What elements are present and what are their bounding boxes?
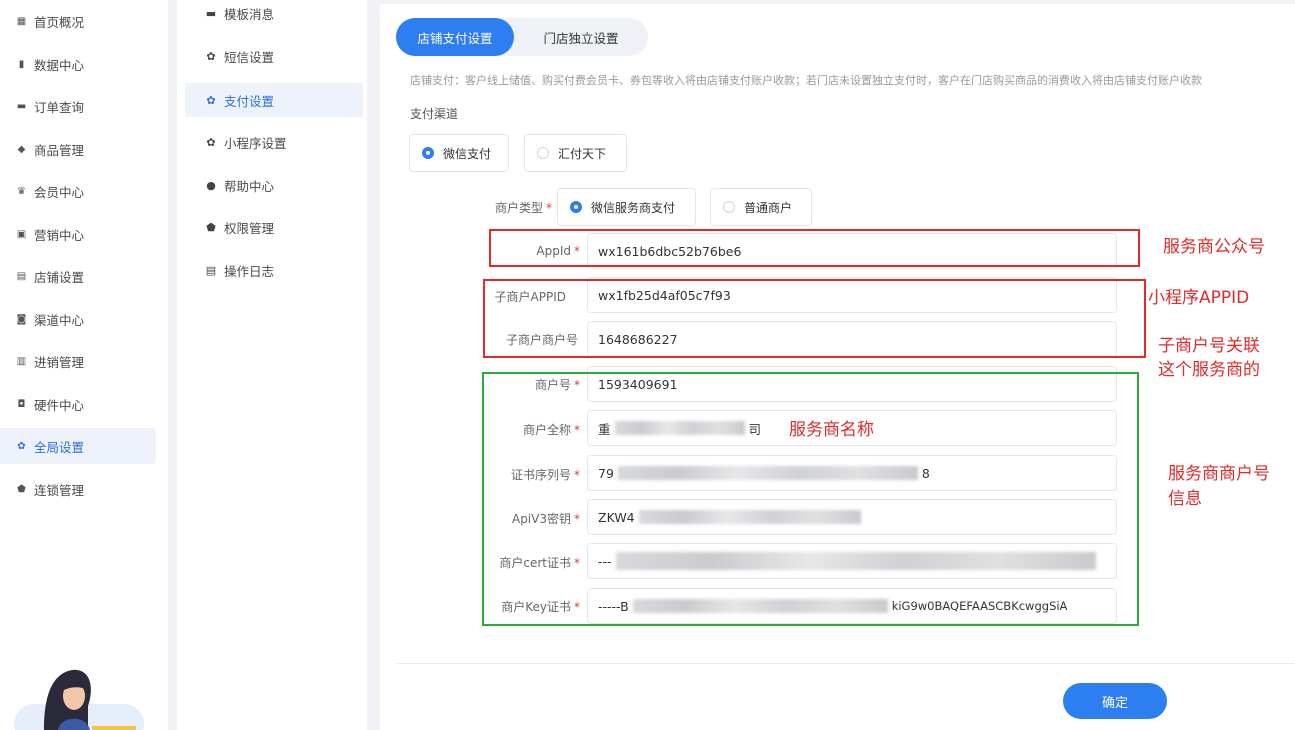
bar-chart-icon: ▮: [18, 58, 25, 70]
radio-label: 汇付天下: [558, 146, 607, 161]
radio-unchecked-icon: [537, 147, 549, 159]
annotation-provider-info-2: 信息: [1168, 489, 1202, 509]
radio-checked-icon: [422, 147, 434, 159]
annotation-box-provider-info: [482, 372, 1139, 626]
grid-icon: ▦: [16, 15, 27, 27]
gear-icon: ✿: [17, 440, 26, 452]
settings-tabs: 店铺支付设置 门店独立设置: [396, 18, 648, 56]
bag-icon: ◆: [17, 143, 26, 155]
nav-label: 订单查询: [34, 99, 85, 115]
nav-item-orders[interactable]: ▬ 订单查询: [0, 88, 156, 124]
nav-item-products[interactable]: ◆ 商品管理: [0, 131, 156, 167]
gear-icon: ✿: [206, 135, 216, 149]
subnav-label: 模板消息: [224, 6, 275, 22]
required-mark: *: [546, 201, 552, 215]
device-icon: ◘: [17, 398, 26, 410]
radio-label: 普通商户: [744, 200, 793, 215]
radio-checked-icon: [570, 201, 582, 213]
nav-item-channel[interactable]: ◙ 渠道中心: [0, 301, 156, 337]
annotation-box-appid: [489, 229, 1140, 267]
shield-icon: ⬟: [17, 483, 26, 495]
order-icon: ▬: [16, 100, 27, 112]
nav-label: 全局设置: [34, 439, 85, 455]
gear-icon: ✿: [206, 93, 216, 107]
channel-icon: ◙: [16, 313, 27, 325]
secondary-sidebar: ▬ 模板消息 ✿ 短信设置 ✿ 支付设置 ✿ 小程序设置 ● 帮助中心 ⬟ 权限管理 ▤ 操作…: [177, 0, 367, 730]
nav-label: 会员中心: [34, 184, 85, 200]
nav-item-inventory[interactable]: ▥ 进销管理: [0, 343, 156, 379]
subnav-item-payment[interactable]: ✿ 支付设置: [185, 83, 363, 117]
merchant-type-label: 商户类型 *: [362, 199, 552, 216]
nav-item-home[interactable]: ▦ 首页概况: [0, 3, 156, 39]
nav-item-hardware[interactable]: ◘ 硬件中心: [0, 386, 156, 422]
nav-label: 营销中心: [34, 227, 85, 243]
radio-wechat-pay[interactable]: 微信支付: [409, 134, 509, 172]
inventory-icon: ▥: [16, 355, 27, 367]
assistant-illustration: [14, 669, 144, 730]
annotation-provider-info-1: 服务商商户号: [1168, 464, 1270, 484]
nav-item-marketing[interactable]: ▣ 营销中心: [0, 216, 156, 252]
subnav-item-permissions[interactable]: ⬟ 权限管理: [185, 210, 363, 244]
shield-icon: ⬟: [206, 220, 216, 234]
subnav-item-template-message[interactable]: ▬ 模板消息: [185, 0, 363, 30]
confirm-button[interactable]: 确定: [1063, 683, 1167, 719]
payment-channel-label: 支付渠道: [410, 107, 459, 121]
coupon-icon: ▣: [16, 228, 27, 240]
crown-icon: ♛: [17, 185, 26, 197]
annotation-sub-link-2: 这个服务商的: [1158, 360, 1260, 380]
annotation-service-account: 服务商公众号: [1163, 237, 1265, 257]
help-icon: ●: [206, 178, 216, 192]
subnav-label: 帮助中心: [224, 178, 275, 194]
nav-label: 进销管理: [34, 354, 85, 370]
payment-description: 店铺支付：客户线上储值、购买付费会员卡、券包等收入将由店铺支付账户收款；若门店未…: [410, 74, 1202, 87]
gear-icon: ✿: [206, 49, 216, 63]
annotation-provider-name: 服务商名称: [789, 420, 874, 440]
radio-huifu[interactable]: 汇付天下: [524, 134, 627, 172]
subnav-label: 权限管理: [224, 220, 275, 236]
radio-label: 微信支付: [443, 146, 492, 161]
radio-unchecked-icon: [723, 201, 735, 213]
nav-item-chain[interactable]: ⬟ 连锁管理: [0, 471, 156, 507]
message-icon: ▬: [205, 6, 217, 20]
nav-label: 连锁管理: [34, 482, 85, 498]
primary-sidebar: ▦ 首页概况 ▮ 数据中心 ▬ 订单查询 ◆ 商品管理 ♛ 会员中心 ▣ 营销中心 ▤ 店铺设…: [0, 0, 168, 730]
nav-item-global-settings[interactable]: ✿ 全局设置: [0, 428, 156, 464]
radio-service-provider[interactable]: 微信服务商支付: [557, 188, 696, 226]
nav-label: 首页概况: [34, 14, 85, 30]
nav-label: 硬件中心: [34, 397, 85, 413]
tab-independent-store[interactable]: 门店独立设置: [514, 18, 648, 56]
subnav-label: 支付设置: [224, 93, 275, 109]
subnav-label: 小程序设置: [224, 135, 287, 151]
nav-item-members[interactable]: ♛ 会员中心: [0, 173, 156, 209]
nav-label: 渠道中心: [34, 312, 85, 328]
nav-item-data[interactable]: ▮ 数据中心: [0, 46, 156, 82]
annotation-box-sub-merchant: [483, 279, 1146, 358]
subnav-label: 操作日志: [224, 263, 275, 279]
radio-normal-merchant[interactable]: 普通商户: [710, 188, 812, 226]
nav-label: 商品管理: [34, 142, 85, 158]
subnav-item-help[interactable]: ● 帮助中心: [185, 168, 363, 202]
label-text: 商户类型: [494, 201, 543, 215]
log-icon: ▤: [205, 263, 217, 277]
annotation-mini-app: 小程序APPID: [1148, 288, 1250, 308]
tab-store-payment[interactable]: 店铺支付设置: [396, 18, 514, 56]
store-icon: ▤: [16, 270, 27, 282]
subnav-item-logs[interactable]: ▤ 操作日志: [185, 253, 363, 287]
nav-label: 店铺设置: [34, 269, 85, 285]
subnav-item-miniapp[interactable]: ✿ 小程序设置: [185, 125, 363, 159]
radio-label: 微信服务商支付: [591, 200, 676, 215]
subnav-label: 短信设置: [224, 49, 275, 65]
footer-divider: [396, 663, 1295, 664]
nav-item-store[interactable]: ▤ 店铺设置: [0, 258, 156, 294]
annotation-sub-link-1: 子商户号关联: [1158, 336, 1260, 356]
nav-label: 数据中心: [34, 57, 85, 73]
subnav-item-sms[interactable]: ✿ 短信设置: [185, 39, 363, 73]
